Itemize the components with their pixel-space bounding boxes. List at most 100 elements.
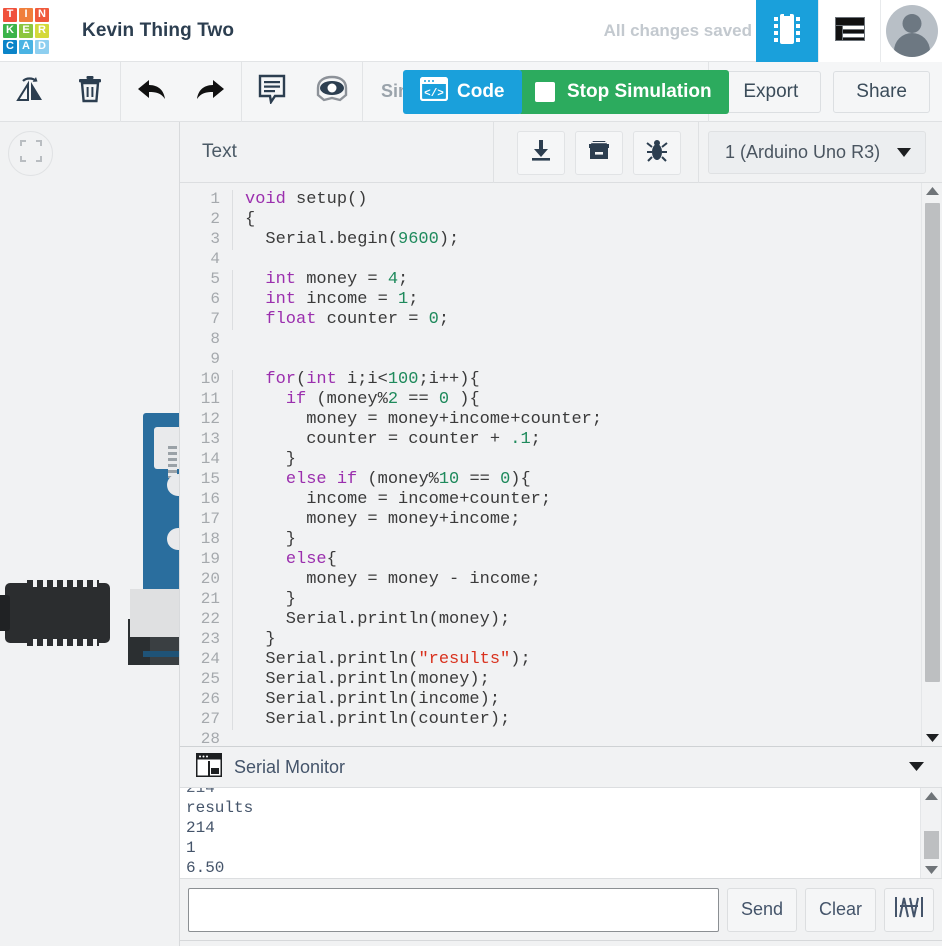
code-line-text[interactable]: money = money - income; (232, 570, 921, 590)
code-line[interactable]: 9 (180, 349, 921, 369)
rotate-button[interactable] (0, 62, 60, 122)
code-editor[interactable]: 1 void setup() 2{3 Serial.begin(9600); 4 5 i… (180, 183, 942, 746)
code-line[interactable]: 3 Serial.begin(9600); (180, 229, 921, 250)
code-line[interactable]: 4 (180, 249, 921, 269)
code-line[interactable]: 5 int money = 4; (180, 269, 921, 290)
code-line[interactable]: 19 else{ (180, 549, 921, 570)
code-line-text[interactable]: Serial.println("results"); (232, 650, 921, 670)
serial-output-area[interactable]: 214 results 214 1 6.50 (180, 788, 942, 878)
code-line-text[interactable]: Serial.println(money); (232, 610, 921, 630)
serial-clear-button[interactable]: Clear (804, 887, 876, 932)
scroll-down-arrow-icon[interactable] (925, 730, 939, 746)
visibility-button[interactable] (302, 62, 362, 122)
code-line[interactable]: 14 } (180, 449, 921, 470)
serial-send-input[interactable] (188, 887, 719, 932)
code-line-text[interactable]: Serial.println(money); (232, 670, 921, 690)
code-line-text[interactable]: Serial.begin(9600); (232, 230, 921, 250)
code-line[interactable]: 2{ (180, 209, 921, 230)
scrollbar-track[interactable] (922, 199, 942, 730)
code-vertical-scrollbar[interactable] (921, 183, 942, 746)
undo-button[interactable] (121, 62, 181, 122)
code-line[interactable]: 26 Serial.println(income); (180, 689, 921, 710)
debugger-button[interactable] (633, 130, 681, 175)
code-line[interactable]: 27 Serial.println(counter); (180, 709, 921, 730)
code-line-text[interactable]: Serial.println(income); (232, 690, 921, 710)
code-line-text[interactable]: int money = 4; (232, 270, 921, 290)
scroll-up-arrow-icon[interactable] (925, 183, 939, 199)
main-toolbar: Simulate </> Code Stop Simulation Export… (0, 61, 942, 122)
code-line-text[interactable]: { (232, 210, 921, 230)
tinkercad-logo[interactable]: TIN KER CAD (0, 5, 52, 57)
code-line-text[interactable]: float counter = 0; (232, 310, 921, 330)
serial-graph-button[interactable] (884, 887, 934, 932)
header-divider (698, 122, 699, 183)
code-line[interactable]: 8 (180, 329, 921, 349)
code-line[interactable]: 11 if (money%2 == 0 ){ (180, 389, 921, 410)
code-line[interactable]: 21 } (180, 589, 921, 610)
serial-monitor-header[interactable]: Serial Monitor (180, 747, 942, 788)
code-line-text[interactable]: else if (money%10 == 0){ (232, 470, 921, 490)
serial-send-button[interactable]: Send (726, 887, 797, 932)
code-line-text[interactable]: } (232, 450, 921, 470)
scroll-up-arrow-icon[interactable] (924, 788, 938, 804)
code-line[interactable]: 16 income = income+counter; (180, 489, 921, 510)
code-line[interactable]: 15 else if (money%10 == 0){ (180, 469, 921, 490)
toolbar-divider (362, 61, 363, 122)
code-line[interactable]: 18 } (180, 529, 921, 550)
export-button[interactable]: Export (720, 71, 822, 113)
code-line-text[interactable]: int income = 1; (232, 290, 921, 310)
header-right-actions (756, 0, 942, 62)
download-code-button[interactable] (517, 130, 565, 175)
circuit-canvas[interactable] (0, 122, 180, 946)
chip-icon (772, 12, 802, 51)
serial-output-text: 214 results 214 1 6.50 (180, 788, 941, 878)
code-line[interactable]: 6 int income = 1; (180, 289, 921, 310)
circuit-view-button[interactable] (756, 0, 818, 62)
code-line[interactable]: 20 money = money - income; (180, 569, 921, 590)
code-line-text[interactable]: income = income+counter; (232, 490, 921, 510)
notes-button[interactable] (242, 62, 302, 122)
code-line[interactable]: 13 counter = counter + .1; (180, 429, 921, 450)
waveform-graph-icon (894, 894, 924, 925)
scrollbar-thumb[interactable] (925, 203, 940, 682)
code-line[interactable]: 22 Serial.println(money); (180, 609, 921, 630)
code-line[interactable]: 23 } (180, 629, 921, 650)
code-line-text[interactable]: } (232, 530, 921, 550)
code-line[interactable]: 7 float counter = 0; (180, 309, 921, 330)
code-line-text[interactable]: Serial.println(counter); (232, 710, 921, 730)
user-account-button[interactable] (880, 0, 942, 62)
code-line[interactable]: 17 money = money+income; (180, 509, 921, 530)
code-line[interactable]: 25 Serial.println(money); (180, 669, 921, 690)
fit-to-screen-button[interactable] (8, 131, 53, 176)
code-line[interactable]: 10 for(int i;i<100;i++){ (180, 369, 921, 390)
code-line-text[interactable]: for(int i;i<100;i++){ (232, 370, 921, 390)
code-line-text[interactable]: } (232, 630, 921, 650)
code-line-text[interactable]: void setup() (232, 190, 921, 210)
app-body: Text 1 (Arduino Uno R3) 1 void setup() 2… (0, 122, 942, 946)
code-line[interactable]: 24 Serial.println("results"); (180, 649, 921, 670)
code-line[interactable]: 28 (180, 729, 921, 746)
code-lines[interactable]: 1 void setup() 2{3 Serial.begin(9600); 4 5 i… (180, 183, 921, 746)
usb-connector[interactable] (5, 583, 110, 643)
code-line-text[interactable]: money = money+income; (232, 510, 921, 530)
code-library-button[interactable] (575, 130, 623, 175)
chevron-down-icon[interactable] (909, 758, 924, 776)
stop-simulation-button[interactable]: Stop Simulation (518, 70, 729, 114)
share-button[interactable]: Share (833, 71, 930, 113)
code-line-text[interactable]: } (232, 590, 921, 610)
scrollbar-thumb[interactable] (924, 830, 939, 859)
components-list-button[interactable] (818, 0, 880, 62)
scroll-down-arrow-icon[interactable] (924, 862, 938, 878)
code-line-text[interactable]: if (money%2 == 0 ){ (232, 390, 921, 410)
code-line-text[interactable]: counter = counter + .1; (232, 430, 921, 450)
code-button[interactable]: </> Code (403, 70, 522, 114)
scrollbar-track[interactable] (921, 804, 941, 862)
serial-vertical-scrollbar[interactable] (920, 788, 941, 878)
delete-button[interactable] (60, 62, 120, 122)
redo-button[interactable] (181, 62, 241, 122)
code-line-text[interactable]: money = money+income+counter; (232, 410, 921, 430)
code-line-text[interactable]: else{ (232, 550, 921, 570)
code-line[interactable]: 12 money = money+income+counter; (180, 409, 921, 430)
board-selector-dropdown[interactable]: 1 (Arduino Uno R3) (708, 131, 926, 174)
code-line[interactable]: 1 void setup() (180, 189, 921, 210)
